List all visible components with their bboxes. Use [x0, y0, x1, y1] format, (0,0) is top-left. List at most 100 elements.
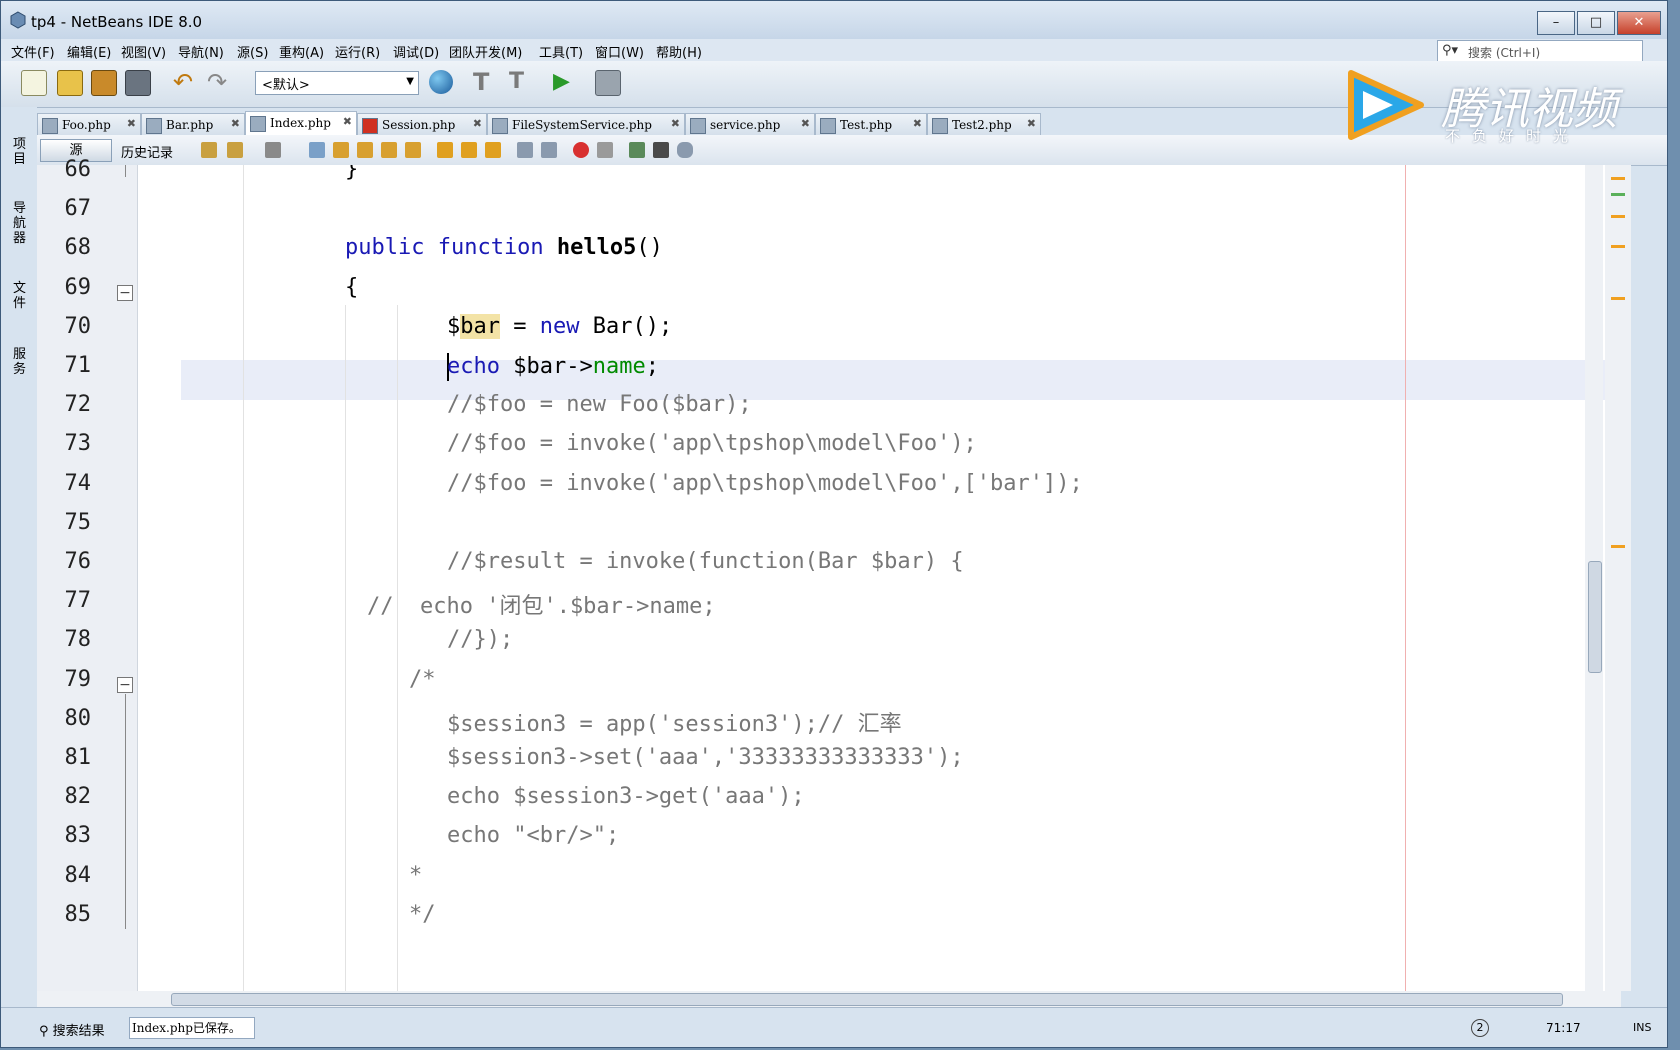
new-file-icon[interactable] [57, 70, 83, 96]
code-line[interactable]: } [345, 165, 358, 182]
debug-icon[interactable] [595, 70, 621, 96]
horizontal-scroll-thumb[interactable] [171, 993, 1563, 1006]
find-icon[interactable] [309, 142, 325, 158]
code-line[interactable]: echo "<br/>"; [447, 823, 619, 848]
code-line[interactable]: { [345, 275, 358, 300]
close-icon[interactable]: ✖ [473, 117, 482, 130]
code-line[interactable]: echo $session3->get('aaa'); [447, 784, 805, 809]
code-area[interactable]: } public function hello5() { $bar = new Bar… [137, 165, 1621, 991]
code-line[interactable]: //$result = invoke(function(Bar $bar) { [447, 549, 964, 574]
next-bookmark-icon[interactable] [461, 142, 477, 158]
toggle-bookmark-icon[interactable] [485, 142, 501, 158]
toggle-highlight-icon[interactable] [405, 142, 421, 158]
code-line[interactable]: * [409, 863, 422, 888]
redo-icon[interactable]: ↷ [207, 70, 231, 94]
clean-build-icon[interactable]: T [509, 70, 533, 94]
code-line[interactable]: //$foo = new Foo($bar); [447, 392, 752, 417]
menu-debug[interactable]: 调试(D) [393, 42, 439, 61]
marker[interactable] [1611, 245, 1625, 248]
run-icon[interactable]: ▶ [553, 70, 577, 94]
open-project-icon[interactable] [91, 70, 117, 96]
marker[interactable] [1611, 297, 1625, 300]
tab-index[interactable]: Index.php ✖ [245, 111, 357, 135]
tab-filesystemservice[interactable]: FileSystemService.php ✖ [487, 113, 685, 135]
menu-file[interactable]: 文件(F) [11, 42, 55, 61]
code-line[interactable]: $session3->set('aaa','33333333333333'); [447, 745, 964, 770]
close-icon[interactable]: ✖ [801, 117, 810, 130]
close-icon[interactable]: ✖ [913, 117, 922, 130]
tab-test2[interactable]: Test2.php ✖ [927, 113, 1041, 135]
menu-refactor[interactable]: 重构(A) [279, 42, 324, 61]
tab-service[interactable]: service.php ✖ [685, 113, 815, 135]
close-icon[interactable]: ✖ [343, 115, 352, 128]
maximize-button[interactable]: □ [1577, 11, 1615, 35]
menu-tools[interactable]: 工具(T) [539, 42, 583, 61]
side-tab-files[interactable]: 文件 [13, 281, 29, 311]
code-line[interactable]: //$foo = invoke('app\tpshop\model\Foo',[… [447, 471, 1083, 496]
notification-icon[interactable]: 2 [1471, 1019, 1489, 1037]
code-line[interactable]: //}); [447, 627, 513, 652]
database-icon[interactable] [677, 142, 693, 158]
close-icon[interactable]: ✖ [1027, 117, 1036, 130]
config-select[interactable]: <默认> ▼ [255, 71, 419, 95]
back-icon[interactable] [227, 142, 243, 158]
code-line[interactable]: //$foo = invoke('app\tpshop\model\Foo'); [447, 431, 977, 456]
side-tab-services[interactable]: 服务 [13, 347, 29, 377]
vertical-scrollbar[interactable] [1585, 165, 1603, 991]
code-editor[interactable]: 66 67 68 69 70 71 72 73 74 75 76 77 78 79 80 81 82 83 84 85… [37, 157, 1621, 991]
tab-foo[interactable]: Foo.php ✖ [37, 113, 141, 135]
sql-icon[interactable] [653, 142, 669, 158]
fold-toggle-icon[interactable]: − [117, 676, 133, 693]
forward-icon[interactable] [265, 142, 281, 158]
history-view-button[interactable]: 历史记录 [121, 142, 173, 161]
fold-toggle-icon[interactable]: − [117, 284, 133, 301]
tab-bar[interactable]: Bar.php ✖ [141, 113, 245, 135]
last-edit-icon[interactable] [201, 142, 217, 158]
minimize-button[interactable]: – [1537, 11, 1575, 35]
find-selection-icon[interactable] [381, 142, 397, 158]
menu-source[interactable]: 源(S) [237, 42, 268, 61]
shift-right-icon[interactable] [541, 142, 557, 158]
code-line[interactable]: public function hello5() [345, 235, 663, 260]
close-icon[interactable]: ✖ [671, 117, 680, 130]
side-tab-projects[interactable]: 项目 [13, 137, 29, 167]
tab-test[interactable]: Test.php ✖ [815, 113, 927, 135]
find-next-icon[interactable] [357, 142, 373, 158]
code-line[interactable]: */ [409, 902, 436, 927]
code-line[interactable]: $session3 = app('session3');// 汇率 [447, 706, 902, 738]
marker[interactable] [1611, 177, 1625, 180]
menu-window[interactable]: 窗口(W) [595, 42, 644, 61]
start-macro-icon[interactable] [573, 142, 589, 158]
previous-bookmark-icon[interactable] [437, 142, 453, 158]
marker[interactable] [1611, 193, 1625, 196]
close-button[interactable]: ✕ [1617, 11, 1661, 35]
side-tab-navigator[interactable]: 导航器 [13, 201, 29, 246]
marker[interactable] [1611, 545, 1625, 548]
code-line[interactable]: $bar = new Bar(); [447, 313, 672, 339]
menu-edit[interactable]: 编辑(E) [67, 42, 111, 61]
menu-view[interactable]: 视图(V) [121, 42, 166, 61]
marker[interactable] [1611, 215, 1625, 218]
close-icon[interactable]: ✖ [231, 117, 240, 130]
build-icon[interactable]: T [473, 70, 497, 94]
close-icon[interactable]: ✖ [127, 117, 136, 130]
undo-icon[interactable]: ↶ [173, 70, 197, 94]
vertical-scroll-thumb[interactable] [1588, 561, 1602, 673]
stop-macro-icon[interactable] [597, 142, 613, 158]
menu-run[interactable]: 运行(R) [335, 42, 380, 61]
menu-team[interactable]: 团队开发(M) [449, 42, 522, 61]
search-input[interactable]: ⚲▾ 搜索 (Ctrl+I) [1437, 40, 1643, 62]
new-project-icon[interactable] [21, 70, 47, 96]
globe-icon[interactable] [429, 70, 453, 94]
check-icon[interactable] [629, 142, 645, 158]
find-previous-icon[interactable] [333, 142, 349, 158]
menu-help[interactable]: 帮助(H) [656, 42, 702, 61]
code-line[interactable]: echo $bar->name; [447, 353, 659, 381]
search-results-tab[interactable]: ⚲ 搜索结果 [39, 1020, 105, 1039]
code-line[interactable]: /* [409, 667, 436, 692]
menu-navigate[interactable]: 导航(N) [178, 42, 224, 61]
tab-session[interactable]: Session.php ✖ [357, 113, 487, 135]
horizontal-scrollbar[interactable] [37, 991, 1621, 1007]
code-line[interactable]: // echo '闭包'.$bar->name; [367, 588, 716, 620]
shift-left-icon[interactable] [517, 142, 533, 158]
